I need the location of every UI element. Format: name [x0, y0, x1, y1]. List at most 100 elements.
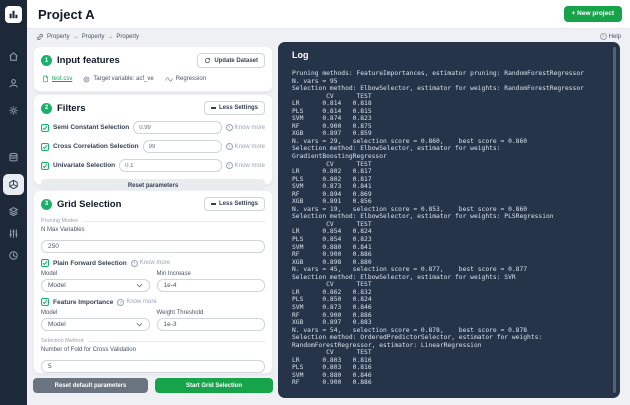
- question-icon: ?: [130, 259, 138, 267]
- question-icon: ?: [225, 124, 233, 131]
- weight-threshold-input[interactable]: [156, 318, 265, 331]
- help-label: Help: [608, 33, 621, 40]
- know-more-link[interactable]: ? Know more: [225, 162, 265, 169]
- log-panel: Log Pruning methods: FeatureImportances,…: [278, 42, 620, 398]
- know-more-link[interactable]: ? Know more: [225, 143, 265, 150]
- log-line: SVM 0.880 0.846: [292, 371, 372, 379]
- sidebar-item-layers[interactable]: [8, 206, 19, 217]
- sidebar-item-home[interactable]: [8, 51, 19, 62]
- filter-label: Semi Constant Selection: [53, 124, 130, 131]
- log-line: PLS 0.803 0.816: [292, 364, 372, 372]
- target-icon: [84, 76, 90, 82]
- pf-model-select[interactable]: Model: [41, 279, 150, 292]
- breadcrumb-item[interactable]: Property: [82, 34, 105, 40]
- step-1-badge: 1: [41, 55, 52, 66]
- check-icon: [42, 125, 48, 130]
- breadcrumb-item[interactable]: Property: [116, 34, 139, 40]
- fi-model-label: Model: [41, 310, 58, 316]
- pf-model-label: Model: [41, 271, 58, 277]
- reset-default-parameters-button[interactable]: Reset default parameters: [33, 378, 148, 393]
- log-line: Selection method: OrderedPredictorSelect…: [292, 334, 543, 342]
- app-logo[interactable]: [5, 6, 22, 23]
- sidebar-item-settings[interactable]: [8, 105, 19, 116]
- folds-input[interactable]: [41, 360, 265, 373]
- log-line: SVM 0.873 0.841: [292, 183, 372, 191]
- wave-icon: [165, 77, 173, 81]
- filter-checkbox[interactable]: [41, 142, 49, 151]
- log-scrollbar[interactable]: [613, 47, 616, 393]
- log-line: CV TEST: [292, 349, 372, 357]
- sidebar-item-user[interactable]: [8, 78, 19, 89]
- log-line: RF 0.900 0.875: [292, 122, 372, 130]
- step-2-badge: 2: [41, 102, 52, 114]
- n-max-variables-input[interactable]: [41, 240, 265, 253]
- log-line: Selection method: ElbowSelector, estimat…: [292, 273, 516, 281]
- folds-label: Number of Fold for Cross Validation: [41, 347, 136, 353]
- sidebar-item-history[interactable]: [8, 250, 19, 261]
- plain-forward-checkbox[interactable]: [41, 259, 49, 267]
- filters-card: 2 Filters Less Settings Semi Constant Se…: [33, 94, 273, 192]
- log-line: N. vars = 95: [292, 77, 338, 85]
- database-icon: [9, 152, 18, 162]
- breadcrumb-separator: →: [107, 33, 114, 40]
- topbar: Project A + New project: [27, 0, 630, 29]
- target-variable-label: Target variable: acf_ve: [83, 76, 154, 83]
- filter-row: Univariate Selection ? Know more: [34, 156, 272, 175]
- log-line: Selection method: ElbowSelector, estimat…: [292, 213, 554, 221]
- filter-value-input[interactable]: [142, 140, 222, 153]
- min-increase-input[interactable]: [156, 279, 265, 292]
- log-line: Pruning methods: FeatureImportances, est…: [292, 70, 584, 77]
- gear-icon: [9, 106, 18, 115]
- minus-icon: [210, 203, 216, 205]
- log-line: GradientBoostingRegressor: [292, 153, 387, 161]
- feature-importance-checkbox[interactable]: [41, 298, 49, 306]
- log-line: XGB 0.898 0.880: [292, 258, 372, 266]
- start-grid-selection-button[interactable]: Start Grid Selection: [155, 378, 273, 393]
- input-features-title: Input features: [57, 55, 120, 66]
- cube-icon: [9, 179, 18, 190]
- update-dataset-button[interactable]: Update Dataset: [197, 53, 265, 68]
- sidebar-item-tuning[interactable]: [8, 228, 19, 239]
- log-line: RF 0.900 0.886: [292, 251, 372, 259]
- log-line: N. vars = 19, selection score = 0.853, b…: [292, 205, 528, 213]
- question-icon: ?: [225, 162, 233, 169]
- help-button[interactable]: ? Help: [599, 33, 621, 40]
- plain-forward-row: Plain Forward Selection ? Know more: [41, 259, 265, 267]
- log-line: RandomForestRegressor, estimator: Linear…: [292, 341, 482, 349]
- log-line: XGB 0.891 0.856: [292, 198, 372, 206]
- filter-checkbox[interactable]: [41, 123, 49, 132]
- user-icon: [9, 79, 18, 88]
- know-more-link[interactable]: ? Know more: [117, 298, 157, 306]
- selection-method-divider: Selection Method: [41, 338, 265, 344]
- n-max-variables-label: N Max Variables: [41, 227, 85, 233]
- sidebar-item-dataset[interactable]: [8, 152, 19, 163]
- log-line: PLS 0.850 0.824: [292, 296, 372, 304]
- log-line: CV TEST: [292, 160, 372, 168]
- check-icon: [42, 144, 48, 149]
- filter-value-input[interactable]: [119, 159, 222, 172]
- grid-less-settings-button[interactable]: Less Settings: [203, 197, 265, 211]
- log-line: RF 0.900 0.886: [292, 379, 372, 387]
- breadcrumb-item[interactable]: Property: [47, 34, 70, 40]
- filter-row: Semi Constant Selection ? Know more: [34, 118, 272, 137]
- log-line: LR 0.854 0.824: [292, 228, 372, 236]
- home-icon: [9, 52, 18, 61]
- grid-selection-card: 3 Grid Selection Less Settings Pruning M…: [33, 190, 273, 374]
- step-3-badge: 3: [41, 198, 52, 210]
- know-more-link[interactable]: ? Know more: [225, 124, 265, 131]
- dataset-file-link[interactable]: test.csv: [42, 75, 72, 83]
- filter-value-input[interactable]: [133, 121, 222, 134]
- log-line: CV TEST: [292, 281, 372, 289]
- grid-selection-title: Grid Selection: [57, 198, 122, 210]
- know-more-link[interactable]: ? Know more: [130, 259, 170, 267]
- filter-label: Univariate Selection: [53, 162, 116, 169]
- new-project-button[interactable]: + New project: [563, 6, 622, 22]
- filter-checkbox[interactable]: [41, 161, 49, 170]
- log-line: Selection method: ElbowSelector, estimat…: [292, 85, 584, 93]
- log-line: PLS 0.802 0.817: [292, 175, 372, 183]
- sidebar-item-model-active[interactable]: [3, 174, 24, 195]
- fi-model-select[interactable]: Model: [41, 318, 150, 331]
- check-icon: [42, 163, 48, 168]
- filters-less-settings-button[interactable]: Less Settings: [203, 101, 265, 115]
- log-line: LR 0.862 0.832: [292, 288, 372, 296]
